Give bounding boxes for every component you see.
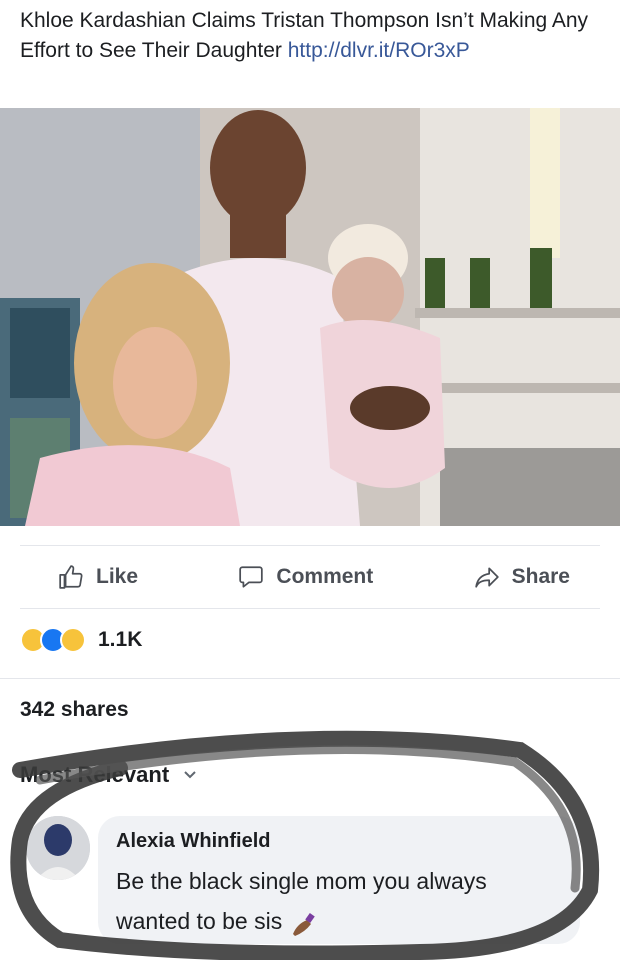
comment-text: Be the black single mom you always wante… bbox=[116, 861, 562, 941]
avatar[interactable] bbox=[26, 816, 90, 880]
nail-polish-icon bbox=[289, 910, 317, 936]
divider bbox=[0, 678, 620, 679]
family-photo-image bbox=[0, 108, 620, 526]
like-button[interactable]: Like bbox=[58, 564, 138, 590]
share-arrow-icon bbox=[474, 567, 499, 588]
comments-filter-label: Most Relevant bbox=[20, 762, 170, 787]
comment-label: Comment bbox=[276, 565, 374, 588]
post-link[interactable]: http://dlvr.it/ROr3xP bbox=[288, 39, 470, 62]
post-actions-bar: Like Comment Share bbox=[20, 545, 600, 609]
post-text: Khloe Kardashian Claims Tristan Thompson… bbox=[20, 6, 610, 66]
reaction-count: 1.1K bbox=[98, 628, 143, 651]
comment-author[interactable]: Alexia Whinfield bbox=[116, 830, 562, 853]
chevron-down-icon bbox=[184, 771, 196, 779]
wow-reaction-icon bbox=[60, 627, 86, 653]
comment-button[interactable]: Comment bbox=[238, 564, 373, 590]
comment-item: Alexia Whinfield Be the black single mom… bbox=[22, 812, 602, 952]
reaction-icons bbox=[20, 627, 86, 653]
comments-filter-dropdown[interactable]: Most Relevant bbox=[20, 762, 197, 788]
avatar-image bbox=[26, 816, 90, 880]
like-label: Like bbox=[96, 565, 139, 588]
post-photo[interactable] bbox=[0, 108, 620, 526]
comment-bubble-icon bbox=[239, 566, 264, 588]
comment-bubble: Alexia Whinfield Be the black single mom… bbox=[98, 816, 580, 944]
share-button[interactable]: Share bbox=[474, 564, 570, 590]
shares-count[interactable]: 342 shares bbox=[20, 698, 129, 722]
share-label: Share bbox=[511, 565, 570, 588]
thumbs-up-icon bbox=[59, 565, 83, 589]
reactions-summary[interactable]: 1.1K bbox=[20, 620, 142, 660]
